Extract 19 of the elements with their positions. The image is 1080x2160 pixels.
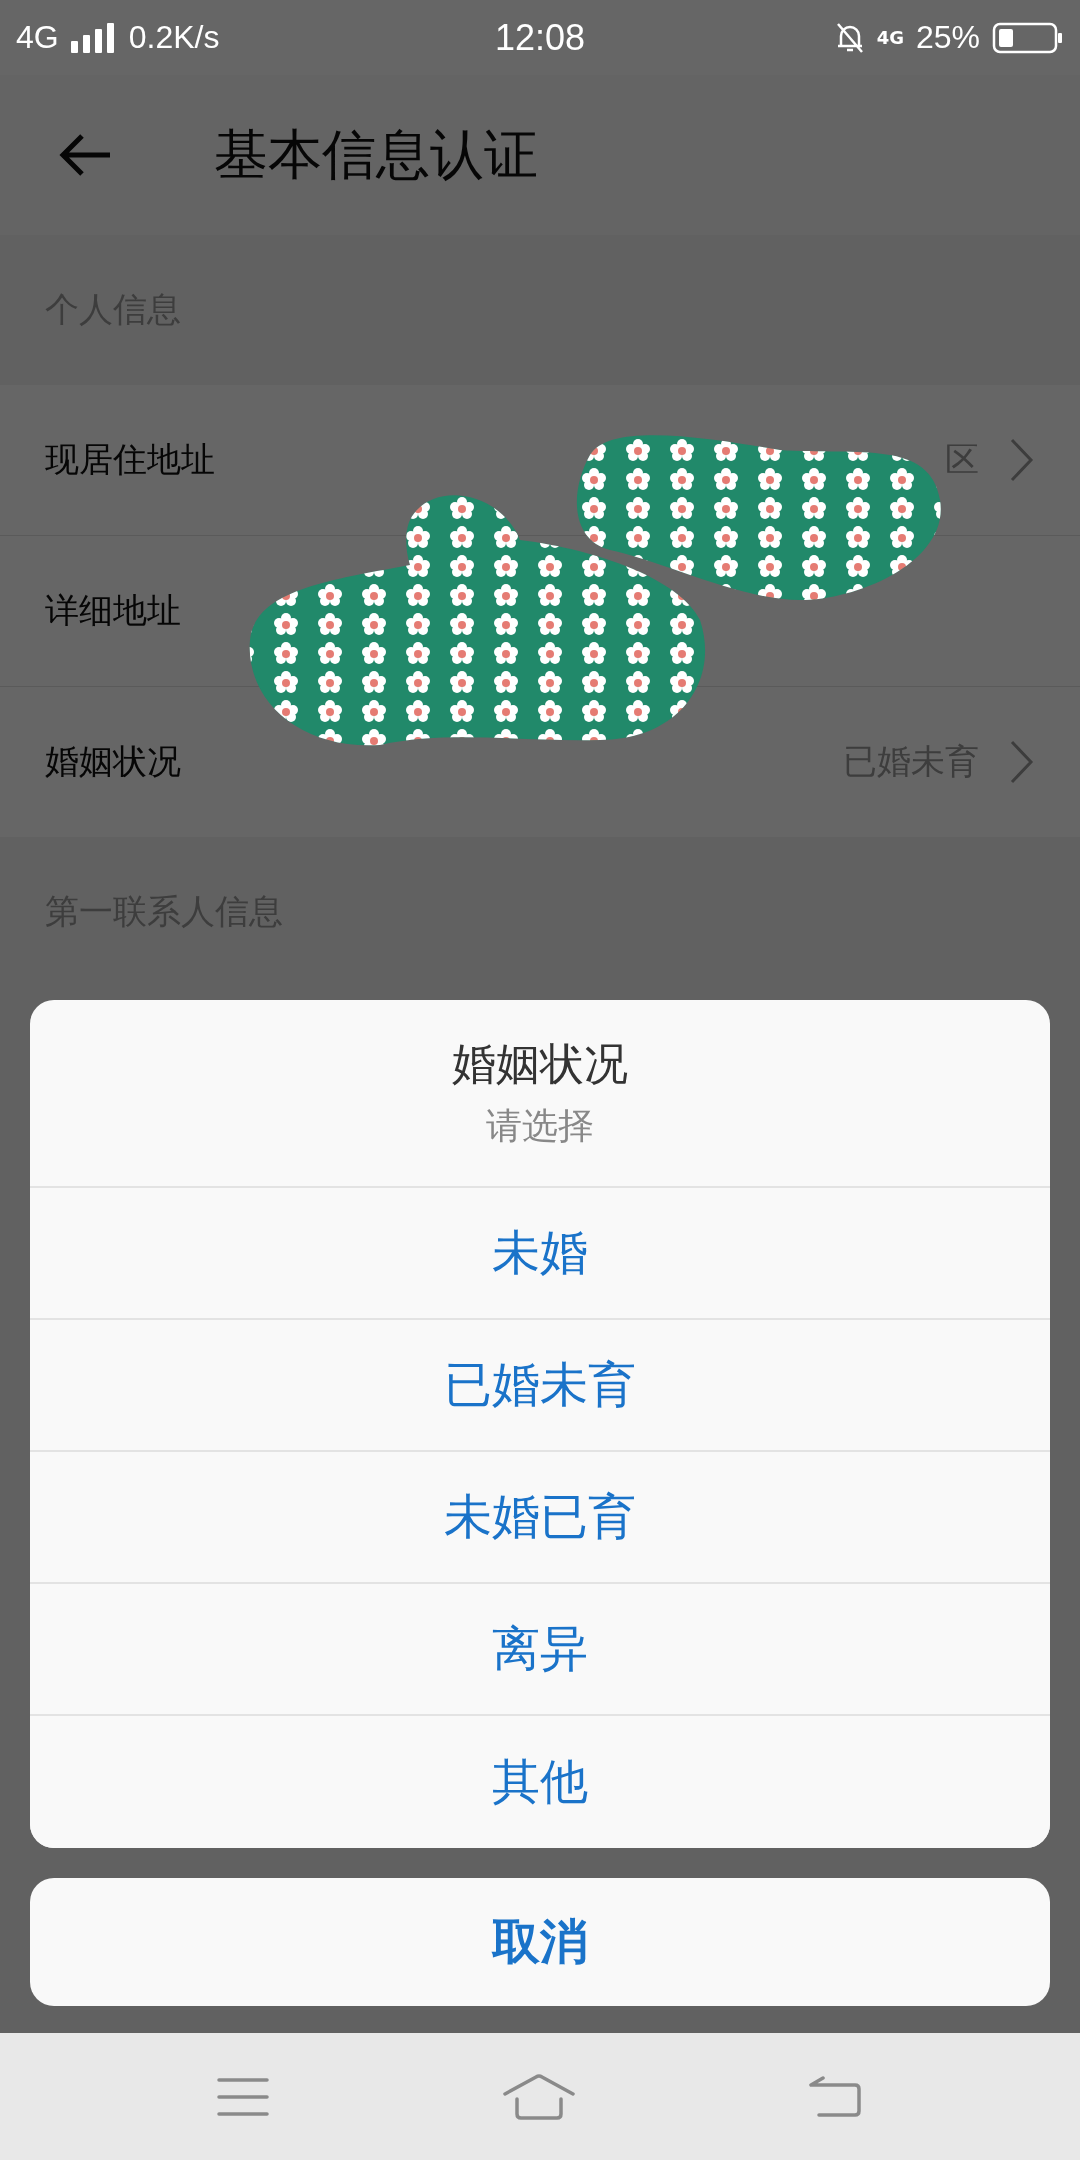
row-label: 现居住地址	[45, 438, 216, 481]
data-type: 4G	[876, 27, 904, 48]
menu-icon[interactable]	[217, 2076, 269, 2117]
row-label: 婚姻状况	[45, 740, 182, 783]
chevron-icon[interactable]	[1009, 437, 1035, 483]
chevron-icon[interactable]	[1009, 739, 1035, 785]
sheet-subtitle: 请选择	[486, 1104, 594, 1148]
back-icon[interactable]	[809, 2074, 863, 2119]
row-label: 详细地址	[45, 589, 182, 632]
battery-percent: 25%	[915, 19, 980, 56]
clock: 12:08	[494, 16, 586, 59]
sheet-title: 婚姻状况	[452, 1037, 628, 1091]
page-title: 基本信息认证	[214, 121, 538, 188]
cancel-button[interactable]: 取消	[30, 1878, 1050, 2006]
home-icon[interactable]	[503, 2073, 575, 2120]
signal-icon	[70, 22, 117, 53]
battery-icon	[992, 21, 1064, 54]
network-type: 4G	[16, 19, 59, 56]
network-speed: 0.2K/s	[128, 19, 220, 56]
